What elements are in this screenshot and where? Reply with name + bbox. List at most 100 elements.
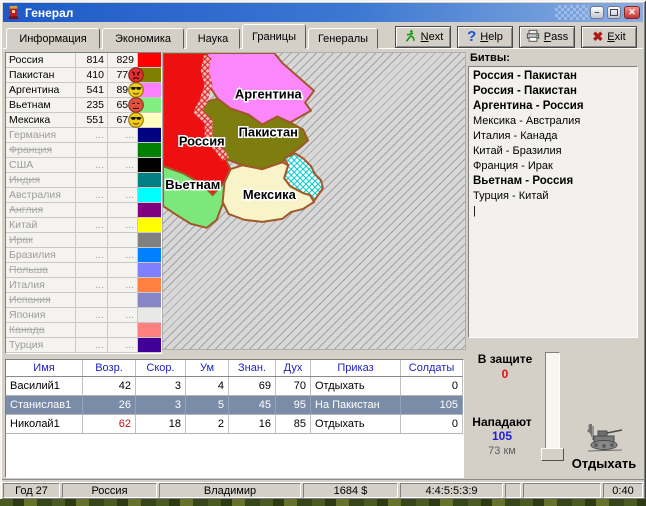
country-value-2: ... <box>108 188 138 202</box>
general-cell: 62 <box>83 415 136 433</box>
country-name: Китай <box>6 218 76 232</box>
help-button[interactable]: ?Help <box>457 26 513 48</box>
battle-item[interactable]: Аргентина - Россия <box>473 99 633 114</box>
general-cell: 2 <box>186 415 229 433</box>
minimize-icon[interactable]: – <box>590 6 604 19</box>
country-value-2: ... <box>108 158 138 172</box>
country-color-swatch <box>138 338 161 352</box>
general-row[interactable]: Николай1621821685Отдыхать0 <box>6 415 463 434</box>
exit-button-label: Exit <box>607 31 625 43</box>
close-icon[interactable]: ✕ <box>624 6 640 19</box>
country-row-germany[interactable]: Германия...... <box>6 128 161 143</box>
tab-science[interactable]: Наука <box>186 28 240 49</box>
tab-borders[interactable]: Границы <box>242 24 306 49</box>
general-cell: Станислав1 <box>6 396 83 414</box>
country-value-2 <box>108 203 138 217</box>
general-row[interactable]: Станислав126354595На Пакистан105 <box>6 396 463 415</box>
country-color-swatch <box>138 53 161 67</box>
tab-information[interactable]: Информация <box>6 28 100 49</box>
battle-item[interactable]: Франция - Ирак <box>473 159 633 174</box>
order-label: Отдыхать <box>566 456 642 471</box>
country-value-2 <box>108 173 138 187</box>
country-value-2 <box>108 263 138 277</box>
country-row-spain[interactable]: Испания <box>6 293 161 308</box>
country-value-1: 814 <box>76 53 108 67</box>
country-row-france[interactable]: Франция <box>6 143 161 158</box>
column-header: Имя <box>6 360 83 376</box>
country-row-japan[interactable]: Япония...... <box>6 308 161 323</box>
title-bar[interactable]: Генерал – ✕ <box>3 3 643 22</box>
world-map[interactable]: АргентинаПакистанРоссияВьетнамМексика <box>162 52 466 350</box>
general-cell: 3 <box>136 377 186 395</box>
troops-slider-track[interactable] <box>545 352 560 449</box>
exit-button[interactable]: ✖Exit <box>581 26 637 48</box>
country-name: Англия <box>6 203 76 217</box>
country-row-china[interactable]: Китай...... <box>6 218 161 233</box>
battle-item[interactable]: | <box>473 204 633 219</box>
pass-button[interactable]: Pass <box>519 26 575 48</box>
country-list[interactable]: Россия814829Пакистан410772Аргентина54189… <box>5 52 162 354</box>
country-row-pakistan[interactable]: Пакистан410772 <box>6 68 161 83</box>
general-row[interactable]: Василий142346970Отдыхать0 <box>6 377 463 396</box>
next-button[interactable]: Next <box>395 26 451 48</box>
country-value-2: ... <box>108 248 138 262</box>
tab-economy[interactable]: Экономика <box>102 28 184 49</box>
battle-item[interactable]: Турция - Китай <box>473 189 633 204</box>
country-value-2 <box>108 233 138 247</box>
maximize-icon[interactable] <box>607 6 621 19</box>
country-row-russia[interactable]: Россия814829 <box>6 53 161 68</box>
tab-generals[interactable]: Генералы <box>308 28 378 49</box>
country-row-turkey[interactable]: Турция...... <box>6 338 161 353</box>
country-value-1: 541 <box>76 83 108 97</box>
troops-slider-thumb[interactable] <box>541 448 564 461</box>
battle-item[interactable]: Россия - Пакистан <box>473 84 633 99</box>
country-color-swatch <box>138 233 161 247</box>
country-value-1: ... <box>76 128 108 142</box>
country-name: Аргентина <box>6 83 76 97</box>
general-cell: 0 <box>401 415 463 433</box>
country-row-india[interactable]: Индия <box>6 173 161 188</box>
application-window: Генерал – ✕ ИнформацияЭкономикаНаукаГран… <box>0 0 646 506</box>
country-row-iraq[interactable]: Ирак <box>6 233 161 248</box>
country-row-canada[interactable]: Канада <box>6 323 161 338</box>
country-row-usa[interactable]: США...... <box>6 158 161 173</box>
help-button-label: Help <box>480 31 503 43</box>
defense-value: 0 <box>471 367 539 381</box>
country-color-swatch <box>138 143 161 157</box>
country-value-1: ... <box>76 158 108 172</box>
country-row-poland[interactable]: Польша <box>6 263 161 278</box>
general-cell: 3 <box>136 396 186 414</box>
battles-list[interactable]: Россия - ПакистанРоссия - ПакистанАргент… <box>468 66 638 338</box>
country-row-mexico[interactable]: Мексика551673 <box>6 113 161 128</box>
general-cell: 4 <box>186 377 229 395</box>
battle-item[interactable]: Вьетнам - Россия <box>473 174 633 189</box>
country-row-italy[interactable]: Италия...... <box>6 278 161 293</box>
general-cell: Василий1 <box>6 377 83 395</box>
country-row-brazil[interactable]: Бразилия...... <box>6 248 161 263</box>
country-name: Индия <box>6 173 76 187</box>
country-row-argentina[interactable]: Аргентина541891 <box>6 83 161 98</box>
battle-item[interactable]: Китай - Бразилия <box>473 144 633 159</box>
column-header: Приказ <box>311 360 401 376</box>
country-name: Япония <box>6 308 76 322</box>
map-label: Россия <box>179 133 225 148</box>
country-value-1 <box>76 203 108 217</box>
battle-item[interactable]: Мексика - Австралия <box>473 114 633 129</box>
country-row-australia[interactable]: Австралия...... <box>6 188 161 203</box>
runner-icon <box>403 29 417 46</box>
country-row-england[interactable]: Англия <box>6 203 161 218</box>
column-header: Знан. <box>229 360 276 376</box>
country-value-1 <box>76 323 108 337</box>
status-panel-0: Год 27 <box>3 483 60 498</box>
battle-item[interactable]: Россия - Пакистан <box>473 69 633 84</box>
battle-item[interactable]: Италия - Канада <box>473 129 633 144</box>
country-name: Франция <box>6 143 76 157</box>
next-button-label: Next <box>421 31 444 43</box>
country-color-swatch <box>138 218 161 232</box>
general-cell: 69 <box>229 377 276 395</box>
country-value-1: 551 <box>76 113 108 127</box>
country-value-1: ... <box>76 218 108 232</box>
country-row-vietnam[interactable]: Вьетнам235654 <box>6 98 161 113</box>
country-name: Вьетнам <box>6 98 76 112</box>
generals-table[interactable]: ИмяВозр.Скор.УмЗнан.ДухПриказСолдатыВаси… <box>5 359 464 478</box>
